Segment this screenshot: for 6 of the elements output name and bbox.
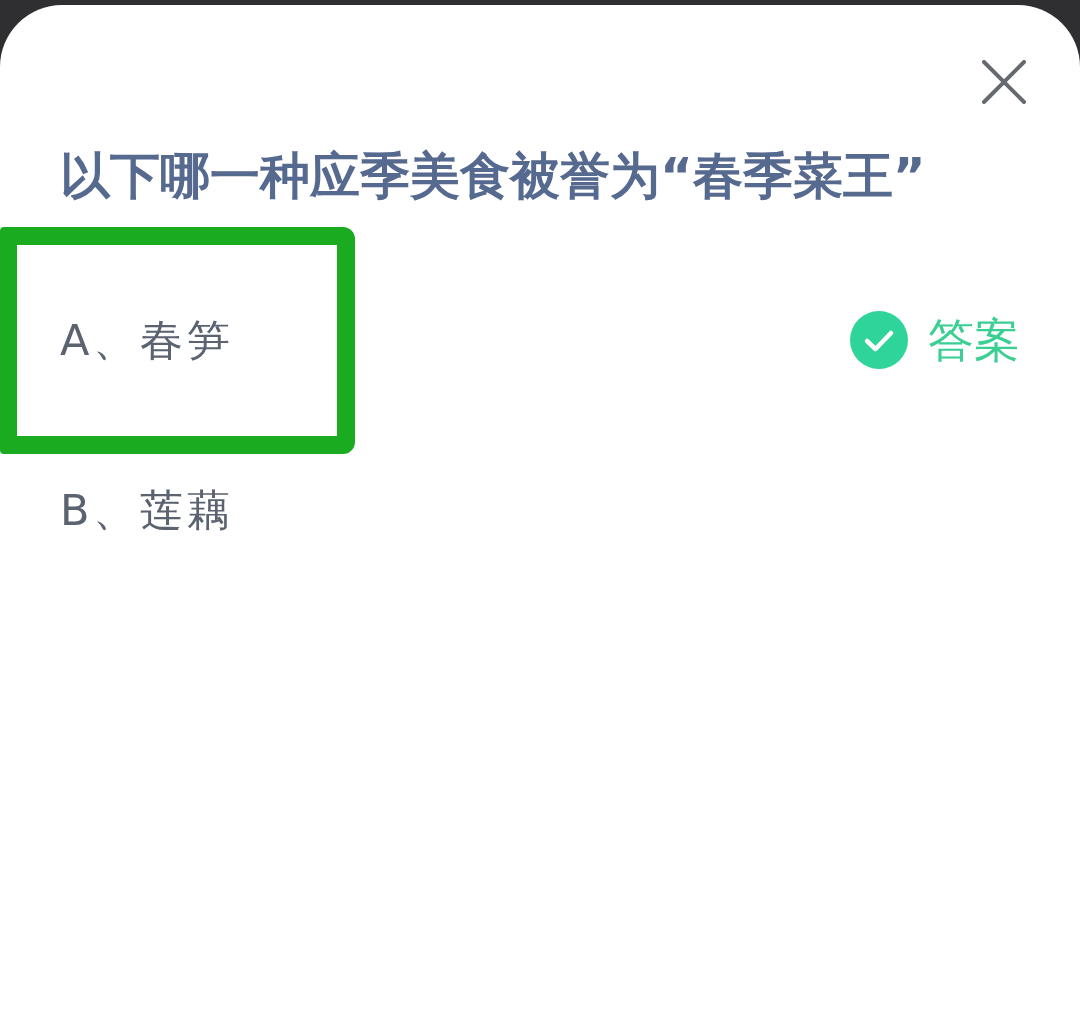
close-button[interactable] — [982, 60, 1026, 104]
answer-option[interactable]: A、春笋 — [60, 314, 235, 366]
answer-option[interactable]: B、莲藕 — [60, 484, 235, 536]
answer-label: 答案 — [928, 312, 1020, 368]
question-title: 以下哪一种应季美食被誉为“春季菜王” — [60, 146, 927, 206]
close-icon — [982, 60, 1026, 104]
